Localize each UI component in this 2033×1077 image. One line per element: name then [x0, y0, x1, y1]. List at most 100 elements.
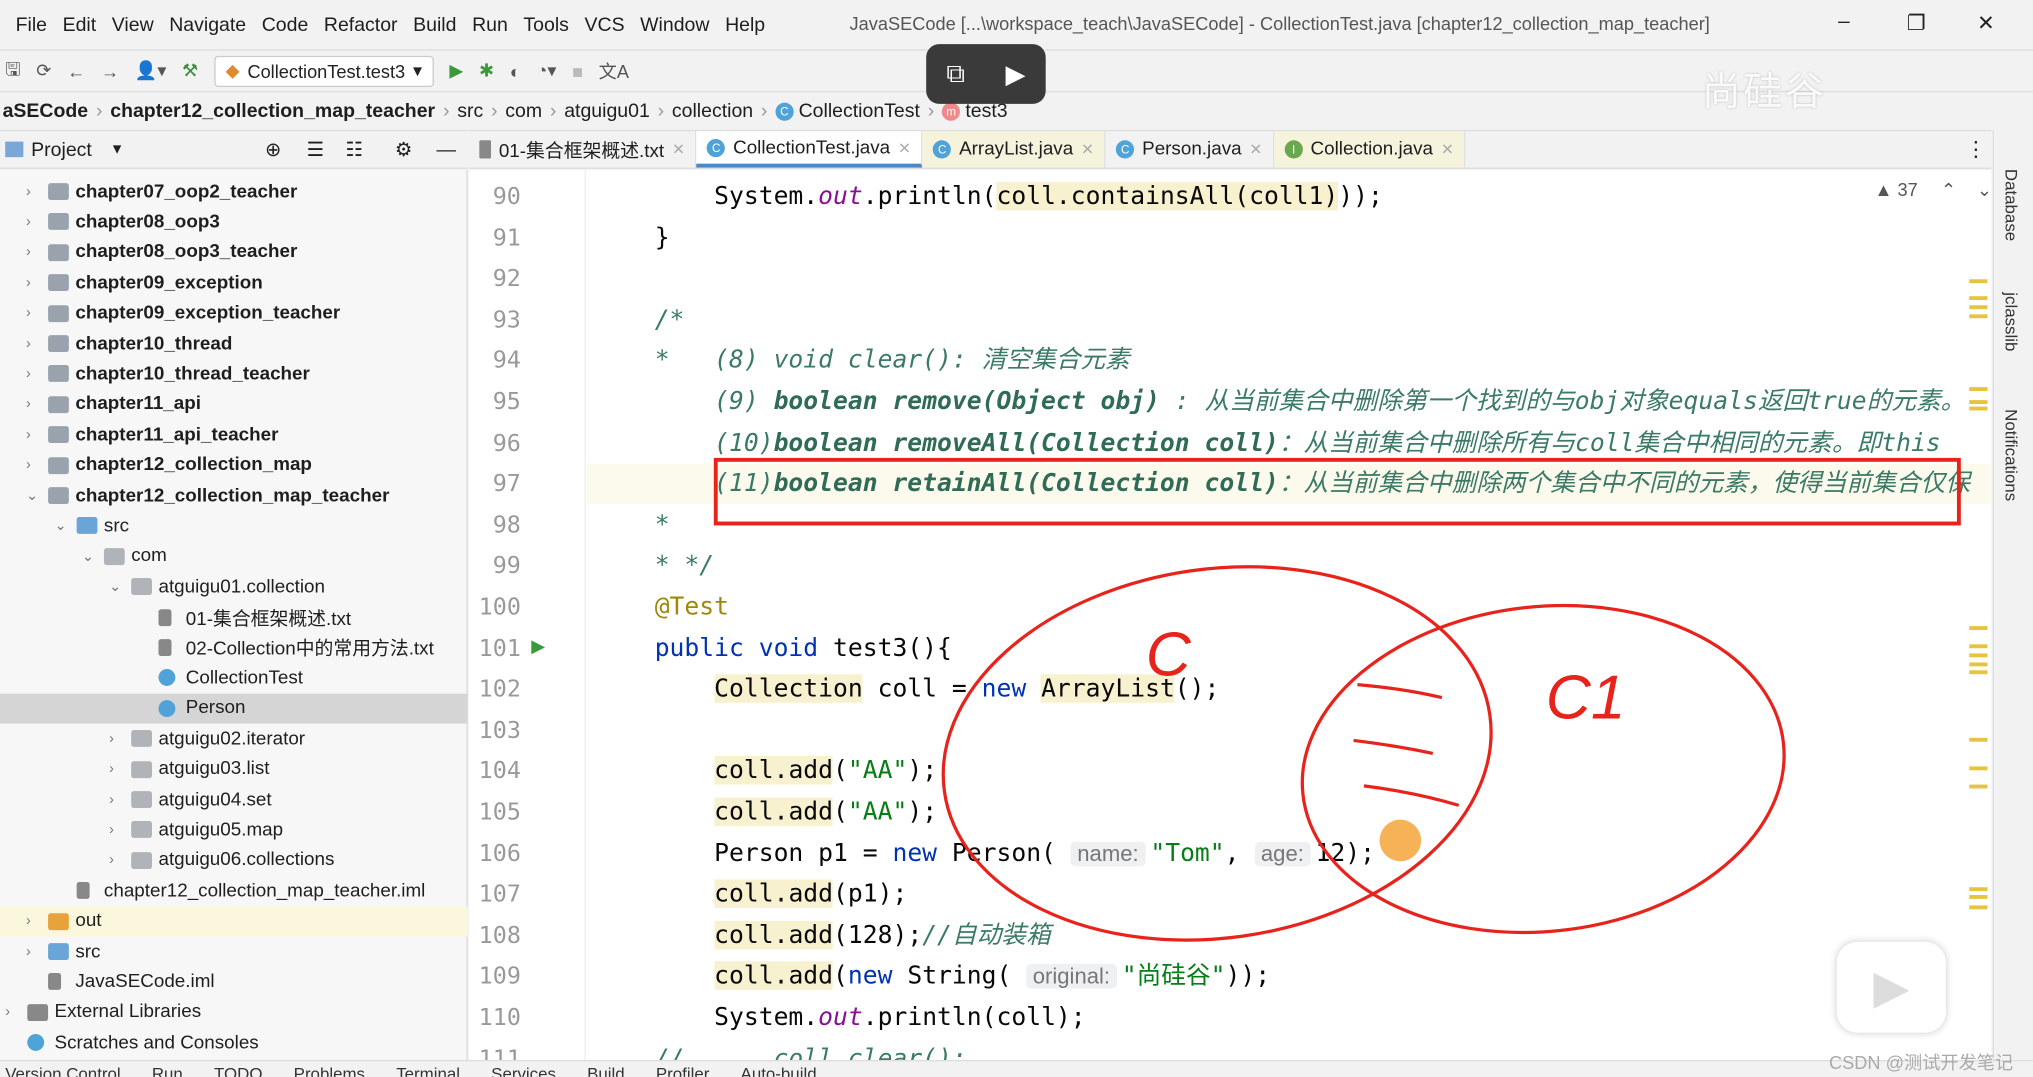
warning-stripe-mark[interactable]	[1969, 314, 1988, 319]
menu-tools[interactable]: Tools	[523, 14, 569, 36]
collapse-all-icon[interactable]: ☷	[346, 138, 363, 161]
status-tool-todo[interactable]: TODO	[214, 1064, 262, 1077]
tree-item[interactable]: › src	[0, 937, 468, 967]
vcs-user-icon[interactable]: 👤▾	[135, 60, 167, 82]
tree-item[interactable]: › chapter09_exception	[0, 268, 468, 298]
tree-item[interactable]: 02-Collection中的常用方法.txt	[0, 633, 468, 663]
tool-jclasslib[interactable]: jclasslib	[2002, 292, 2021, 351]
tree-item[interactable]: Person	[0, 693, 468, 724]
warning-stripe-mark[interactable]	[1969, 895, 1988, 899]
tree-item[interactable]: CollectionTest	[0, 663, 468, 693]
status-tool-services[interactable]: Services	[491, 1064, 556, 1077]
run-config-dropdown[interactable]: ◆ CollectionTest.test3 ▾	[213, 55, 434, 87]
warning-stripe-mark[interactable]	[1969, 406, 1988, 411]
code-editor[interactable]: 90 91 92 93 94 95 96 97 98 99 100 101 102 103 104 105 10…	[468, 170, 1992, 1060]
breadcrumb-item[interactable]: atguigu01	[564, 100, 650, 122]
tree-item[interactable]: Scratches and Consoles	[0, 1028, 468, 1058]
chevron-right-icon[interactable]: ›	[26, 913, 42, 929]
status-tool-problems[interactable]: Problems	[294, 1064, 365, 1077]
warning-stripe-mark[interactable]	[1969, 737, 1988, 742]
warning-stripe-mark[interactable]	[1969, 662, 1988, 667]
tree-item[interactable]: › atguigu03.list	[0, 754, 468, 784]
chevron-right-icon[interactable]: ›	[26, 944, 42, 960]
warning-stripe-mark[interactable]	[1969, 626, 1988, 631]
tree-item[interactable]: › chapter10_thread	[0, 329, 468, 359]
tree-item[interactable]: 01-集合框架概述.txt	[0, 602, 468, 632]
breadcrumb-item[interactable]: aSECode	[3, 100, 89, 122]
hide-icon[interactable]: —	[436, 138, 455, 160]
breadcrumb-item[interactable]: collection	[672, 100, 753, 122]
tree-item[interactable]: › chapter10_thread_teacher	[0, 359, 468, 389]
chevron-down-icon[interactable]: ▼	[110, 142, 124, 158]
tree-item[interactable]: › chapter08_oop3	[0, 207, 468, 237]
status-tool-build[interactable]: Build	[587, 1064, 625, 1077]
screen-play-icon[interactable]: ▶	[1005, 58, 1025, 90]
tab-arraylist-java[interactable]: C ArrayList.java ✕	[922, 131, 1106, 168]
chevron-right-icon[interactable]: ›	[26, 245, 42, 261]
close-tab-icon[interactable]: ✕	[898, 138, 911, 156]
chevron-down-icon[interactable]: ⌄	[109, 578, 125, 596]
tree-item[interactable]: ⌄ src	[0, 511, 468, 541]
status-tool-auto-build[interactable]: Auto-build	[741, 1064, 817, 1077]
build-hammer-icon[interactable]: ⚒	[182, 60, 198, 82]
warning-stripe-mark[interactable]	[1969, 766, 1988, 771]
tree-item[interactable]: › chapter11_api_teacher	[0, 420, 468, 450]
debug-icon[interactable]: ✱	[479, 60, 494, 82]
menu-code[interactable]: Code	[262, 14, 309, 36]
tree-item[interactable]: › atguigu06.collections	[0, 845, 468, 875]
warning-count[interactable]: ▲ 37 ⌃ ⌄	[1874, 179, 1992, 201]
tree-item[interactable]: › External Libraries	[0, 997, 468, 1027]
chevron-right-icon[interactable]: ›	[109, 761, 125, 777]
tree-item[interactable]: › out	[0, 906, 468, 937]
warning-stripe-mark[interactable]	[1969, 400, 1988, 404]
chevron-right-icon[interactable]: ›	[109, 731, 125, 747]
close-tab-icon[interactable]: ✕	[1249, 140, 1262, 158]
status-tool-terminal[interactable]: Terminal	[396, 1064, 460, 1077]
chevron-right-icon[interactable]: ›	[26, 427, 42, 443]
pip-icon[interactable]: ⧉	[946, 59, 965, 89]
minimize-button[interactable]: –	[1838, 10, 1850, 33]
menu-refactor[interactable]: Refactor	[324, 14, 398, 36]
expand-all-icon[interactable]: ☰	[307, 138, 324, 161]
tree-item[interactable]: › chapter11_api	[0, 389, 468, 419]
back-icon[interactable]: ←	[67, 60, 85, 81]
tab-person-java[interactable]: C Person.java ✕	[1106, 131, 1275, 168]
menu-view[interactable]: View	[112, 14, 154, 36]
sync-icon[interactable]: ⟳	[36, 60, 51, 82]
tree-item[interactable]: › atguigu04.set	[0, 785, 468, 815]
chevron-right-icon[interactable]: ›	[109, 853, 125, 869]
chevron-down-icon[interactable]: ⌄	[55, 518, 71, 535]
locate-icon[interactable]: ⊕	[265, 138, 281, 161]
warning-stripe-mark[interactable]	[1969, 653, 1988, 658]
restore-button[interactable]: ❐	[1907, 10, 1926, 36]
gear-icon[interactable]: ⚙	[395, 138, 412, 161]
forward-icon[interactable]: →	[101, 60, 119, 81]
menu-edit[interactable]: Edit	[63, 14, 97, 36]
chevron-right-icon[interactable]: ›	[26, 214, 42, 230]
tool-notifications[interactable]: Notifications	[2002, 409, 2021, 501]
chevron-down-icon[interactable]: ⌄	[82, 548, 98, 565]
menu-run[interactable]: Run	[472, 14, 508, 36]
breadcrumb-item[interactable]: chapter12_collection_map_teacher	[110, 100, 435, 122]
warning-stripe-mark[interactable]	[1969, 887, 1988, 892]
warning-stripe-mark[interactable]	[1969, 905, 1988, 910]
tree-item[interactable]: › atguigu02.iterator	[0, 724, 468, 754]
tree-item[interactable]: › chapter12_collection_map	[0, 450, 468, 480]
tab-01-txt[interactable]: 01-集合框架概述.txt ✕	[469, 131, 697, 168]
warning-stripe-mark[interactable]	[1969, 670, 1988, 675]
menu-file[interactable]: File	[16, 14, 47, 36]
menu-help[interactable]: Help	[725, 14, 765, 36]
chevron-right-icon[interactable]: ›	[109, 792, 125, 808]
warning-stripe-mark[interactable]	[1969, 644, 1988, 649]
translate-icon[interactable]: 文A	[599, 58, 629, 84]
tree-item[interactable]: JavaSECode.iml	[0, 967, 468, 997]
warning-stripe-mark[interactable]	[1969, 279, 1988, 284]
chevron-right-icon[interactable]: ›	[5, 1005, 21, 1021]
save-icon[interactable]: 🖫	[5, 55, 21, 86]
tree-item[interactable]: chapter12_collection_map_teacher.iml	[0, 876, 468, 906]
warning-stripe-mark[interactable]	[1969, 784, 1988, 789]
tree-item[interactable]: › chapter08_oop3_teacher	[0, 237, 468, 267]
tab-collection-java[interactable]: I Collection.java ✕	[1274, 131, 1466, 168]
profile-icon[interactable]: ◔▾	[536, 60, 556, 82]
chevron-right-icon[interactable]: ›	[26, 457, 42, 473]
